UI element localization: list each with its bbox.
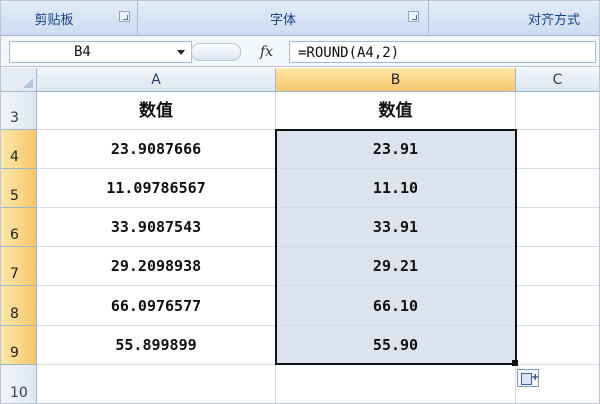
cell-c8[interactable] (516, 286, 599, 326)
formula-text: =ROUND(A4,2) (298, 45, 400, 61)
cell-b5[interactable]: 11.10 (276, 169, 516, 208)
row-header-6[interactable]: 6 (1, 208, 37, 247)
row-header-5[interactable]: 5 (1, 169, 37, 208)
font-group-label: 字体 (269, 13, 296, 28)
cell-b7[interactable]: 29.21 (276, 247, 516, 286)
name-box[interactable]: B4 (9, 41, 192, 63)
row-number: 3 (10, 110, 19, 126)
cell-c5[interactable] (516, 169, 599, 208)
cell-b4[interactable]: 23.91 (276, 130, 516, 169)
cell-c9[interactable] (516, 326, 599, 365)
cell-b6[interactable]: 33.91 (276, 208, 516, 247)
column-header-a[interactable]: A (37, 68, 276, 92)
name-box-value: B4 (74, 44, 91, 60)
formula-bar: B4 fx =ROUND(A4,2) (1, 36, 599, 67)
ribbon-group-alignment: 对齐方式 (429, 1, 599, 35)
cell-a8[interactable]: 66.0976577 (37, 286, 276, 326)
cell-b3[interactable]: 数值 (276, 92, 516, 130)
cell-b8[interactable]: 66.10 (276, 286, 516, 326)
row-number: 8 (10, 306, 19, 322)
excel-window: 剪贴板 字体 对齐方式 B4 fx =ROUND(A4,2) ABC 3 数值 数值… (0, 0, 600, 404)
row-header-8[interactable]: 8 (1, 286, 37, 326)
paste-options-icon[interactable]: + (517, 369, 539, 387)
font-dialog-launcher-icon[interactable] (408, 11, 419, 22)
cell-a9[interactable]: 55.899899 (37, 326, 276, 365)
ribbon-group-bar: 剪贴板 字体 对齐方式 (1, 1, 599, 36)
cell-c3[interactable] (516, 92, 599, 130)
ribbon-group-clipboard: 剪贴板 (1, 1, 138, 35)
cell-c7[interactable] (516, 247, 599, 286)
cell-b10[interactable] (276, 365, 516, 403)
row-number: 9 (10, 345, 19, 361)
formula-input[interactable]: =ROUND(A4,2) (289, 41, 596, 63)
cell-a10[interactable] (37, 365, 276, 403)
ribbon-group-font: 字体 (138, 1, 429, 35)
formula-bar-resize-handle[interactable] (191, 43, 241, 61)
row-header-3[interactable]: 3 (1, 92, 37, 130)
cell-c4[interactable] (516, 130, 599, 169)
fill-handle[interactable] (512, 360, 518, 366)
row-header-7[interactable]: 7 (1, 247, 37, 286)
row-number: 4 (10, 149, 19, 165)
alignment-group-label: 对齐方式 (527, 13, 580, 28)
clipboard-group-label: 剪贴板 (34, 13, 74, 28)
cell-a4[interactable]: 23.9087666 (37, 130, 276, 169)
clipboard-dialog-launcher-icon[interactable] (119, 11, 130, 22)
row-number: 7 (10, 266, 19, 282)
cell-a3[interactable]: 数值 (37, 92, 276, 130)
row-number: 5 (10, 188, 19, 204)
cell-a6[interactable]: 33.9087543 (37, 208, 276, 247)
fx-icon[interactable]: fx (260, 44, 273, 60)
row-header-9[interactable]: 9 (1, 326, 37, 365)
row-header-10[interactable]: 10 (1, 365, 37, 403)
cell-a5[interactable]: 11.09786567 (37, 169, 276, 208)
row-number: 10 (10, 385, 28, 401)
cell-b9[interactable]: 55.90 (276, 326, 516, 365)
cell-a7[interactable]: 29.2098938 (37, 247, 276, 286)
column-header-c[interactable]: C (516, 68, 599, 92)
select-all-corner[interactable] (1, 68, 37, 92)
row-number: 6 (10, 227, 19, 243)
row-header-4[interactable]: 4 (1, 130, 37, 169)
paste-options-plus-glyph: + (531, 372, 540, 383)
cell-c6[interactable] (516, 208, 599, 247)
name-box-dropdown-icon[interactable] (177, 50, 185, 55)
column-header-b[interactable]: B (276, 68, 516, 92)
